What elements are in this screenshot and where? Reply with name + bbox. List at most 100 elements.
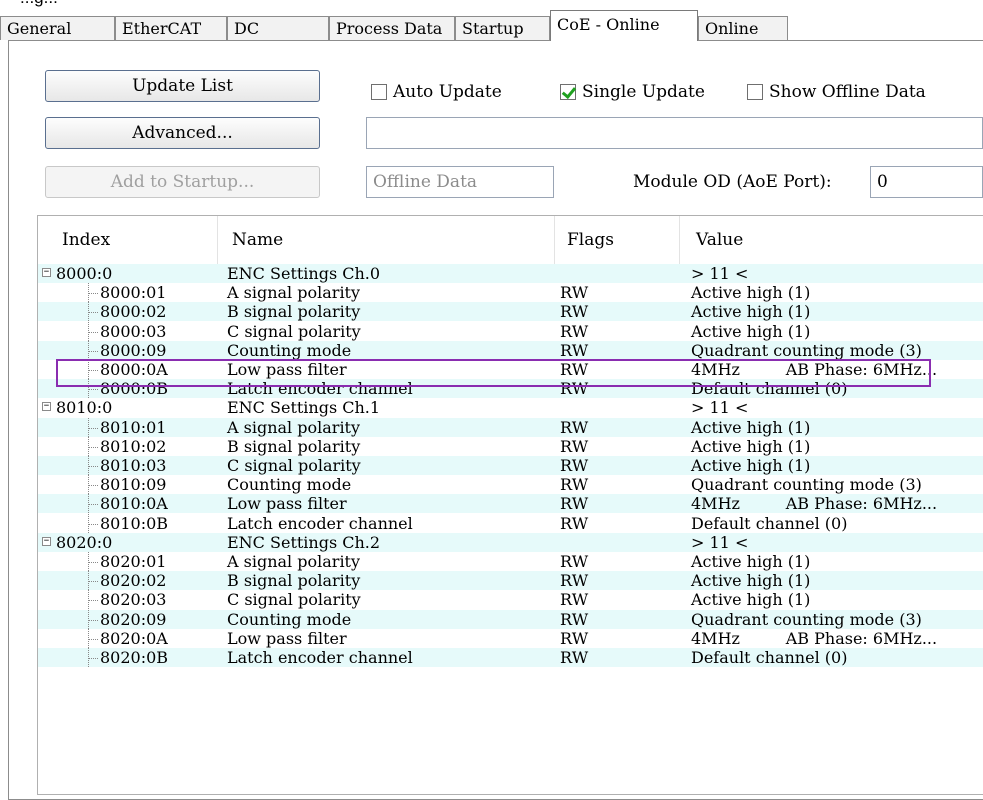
flags-cell: RW <box>560 628 589 648</box>
advanced-button[interactable]: Advanced... <box>45 117 320 149</box>
tab-coe-online[interactable]: CoE - Online <box>550 10 698 41</box>
index-text: 8000:02 <box>100 302 167 322</box>
table-row[interactable]: 8000:09 Counting mode RW Quadrant counting … <box>38 340 983 360</box>
name-cell: Low pass filter <box>227 628 347 648</box>
index-cell: −8020:0 <box>38 533 214 552</box>
add-to-startup-button[interactable]: Add to Startup... <box>45 166 320 198</box>
table-row[interactable]: 8010:02 B signal polarity RW Active high (1… <box>38 436 983 456</box>
tree-group-row[interactable]: −8020:0 ENC Settings Ch.2 > 11 < <box>38 532 983 552</box>
index-text: 8010:0B <box>100 513 169 533</box>
index-cell: 8010:01 <box>38 417 214 437</box>
column-header-name[interactable]: Name <box>218 216 555 264</box>
auto-update-checkbox[interactable]: Auto Update <box>371 81 502 103</box>
name-cell: A signal polarity <box>227 417 361 437</box>
tree-connector <box>88 370 98 371</box>
coe-object-list[interactable]: Index Name Flags Value −8000:0 ENC Settin… <box>37 215 983 795</box>
index-text: 8020:0A <box>100 628 168 648</box>
index-text: 8000:0A <box>100 360 168 379</box>
flags-cell: RW <box>560 648 589 667</box>
tab-general[interactable]: General <box>0 16 115 40</box>
table-row[interactable]: 8020:0B Latch encoder channel RW Default ch… <box>38 648 983 667</box>
column-header-index[interactable]: Index <box>38 216 218 264</box>
table-row[interactable]: 8010:0B Latch encoder channel RW Default ch… <box>38 513 983 533</box>
value-cell: Active high (1) <box>691 590 811 610</box>
flags-cell: RW <box>560 283 589 303</box>
name-cell: Counting mode <box>227 609 352 629</box>
tree-connector <box>88 466 98 467</box>
name-cell: Low pass filter <box>227 494 347 514</box>
tab-ethercat[interactable]: EtherCAT <box>115 16 227 40</box>
name-cell: Low pass filter <box>227 360 347 379</box>
index-cell: 8020:03 <box>38 590 214 610</box>
tree-connector <box>88 350 98 352</box>
index-text: 8020:0B <box>100 648 169 667</box>
index-cell: 8010:0B <box>38 513 214 533</box>
table-row[interactable]: 8020:09 Counting mode RW Quadrant counting … <box>38 609 983 629</box>
index-cell: 8000:01 <box>38 283 214 303</box>
flags-cell: RW <box>560 379 589 399</box>
index-text: 8010:09 <box>100 475 167 495</box>
flags-cell: RW <box>560 475 589 495</box>
table-row[interactable]: 8000:03 C signal polarity RW Active high (1… <box>38 321 983 341</box>
table-row[interactable]: 8010:0A Low pass filter RW 4MHz AB Phase: 6… <box>38 494 983 514</box>
tree-group-row[interactable]: −8000:0 ENC Settings Ch.0 > 11 < <box>38 264 983 283</box>
tree-group-row[interactable]: −8010:0 ENC Settings Ch.1 > 11 < <box>38 398 983 417</box>
minus-toggle-icon[interactable]: − <box>42 402 51 412</box>
table-row[interactable]: 8000:02 B signal polarity RW Active high (1… <box>38 302 983 322</box>
value-cell: 4MHz AB Phase: 6MHz... <box>691 494 938 514</box>
column-header-value[interactable]: Value <box>680 216 983 264</box>
show-offline-data-label: Show Offline Data <box>769 82 926 102</box>
index-cell: 8010:02 <box>38 436 214 456</box>
update-list-button[interactable]: Update List <box>45 70 320 102</box>
show-offline-data-checkbox[interactable]: Show Offline Data <box>747 81 926 103</box>
flags-cell: RW <box>560 456 589 475</box>
column-header-flags[interactable]: Flags <box>555 216 680 264</box>
tab-startup[interactable]: Startup <box>455 16 550 40</box>
table-row[interactable]: 8010:01 A signal polarity RW Active high (1… <box>38 417 983 437</box>
table-row[interactable]: 8000:0A Low pass filter RW 4MHz AB Phase: 6… <box>38 360 983 379</box>
tree-connector <box>88 312 98 314</box>
table-row[interactable]: 8000:0B Latch encoder channel RW Default ch… <box>38 379 983 399</box>
checkmark-icon <box>560 84 576 100</box>
flags-cell: RW <box>560 590 589 610</box>
table-row[interactable]: 8020:03 C signal polarity RW Active high (1… <box>38 590 983 610</box>
index-text: 8020:02 <box>100 571 167 591</box>
table-row[interactable]: 8020:02 B signal polarity RW Active high (1… <box>38 571 983 591</box>
module-od-input[interactable]: 0 <box>870 166 983 198</box>
tab-dc[interactable]: DC <box>227 16 329 40</box>
name-cell: Latch encoder channel <box>227 379 413 399</box>
single-update-checkbox[interactable]: Single Update <box>560 81 705 103</box>
value-cell: Default channel (0) <box>691 648 848 667</box>
module-od-label: Module OD (AoE Port): <box>633 172 832 192</box>
single-update-label: Single Update <box>582 82 705 102</box>
index-cell: 8020:0B <box>38 648 214 667</box>
auto-update-label: Auto Update <box>393 82 502 102</box>
tree-connector <box>88 600 98 602</box>
table-row[interactable]: 8010:09 Counting mode RW Quadrant counting … <box>38 475 983 495</box>
index-cell: 8010:03 <box>38 456 214 475</box>
table-row[interactable]: 8010:03 C signal polarity RW Active high (1… <box>38 456 983 475</box>
tab-process-data[interactable]: Process Data <box>329 16 455 40</box>
table-row[interactable]: 8020:01 A signal polarity RW Active high (1… <box>38 552 983 571</box>
value-cell: Active high (1) <box>691 283 811 303</box>
value-cell: 4MHz AB Phase: 6MHz... <box>691 360 938 379</box>
value-cell: Active high (1) <box>691 302 811 322</box>
index-text: 8000:01 <box>100 283 167 303</box>
name-cell: Counting mode <box>227 475 352 495</box>
index-cell: 8000:0B <box>38 379 214 399</box>
value-cell: Quadrant counting mode (3) <box>691 609 922 629</box>
index-text: 8010:02 <box>100 436 167 456</box>
minus-toggle-icon[interactable]: − <box>42 536 51 546</box>
tree-connector <box>88 638 98 640</box>
index-cell: 8020:0A <box>38 628 214 648</box>
tree-connector <box>88 619 98 621</box>
table-row[interactable]: 8020:0A Low pass filter RW 4MHz AB Phase: 6… <box>38 628 983 648</box>
name-cell: A signal polarity <box>227 552 361 571</box>
tab-online[interactable]: Online <box>698 16 788 40</box>
minus-toggle-icon[interactable]: − <box>42 268 51 277</box>
value-cell: Active high (1) <box>691 321 811 341</box>
checkbox-box <box>747 84 763 100</box>
top-clipped-text: ...g... <box>20 0 58 8</box>
table-row[interactable]: 8000:01 A signal polarity RW Active high (1… <box>38 283 983 303</box>
tree-connector <box>88 389 98 391</box>
